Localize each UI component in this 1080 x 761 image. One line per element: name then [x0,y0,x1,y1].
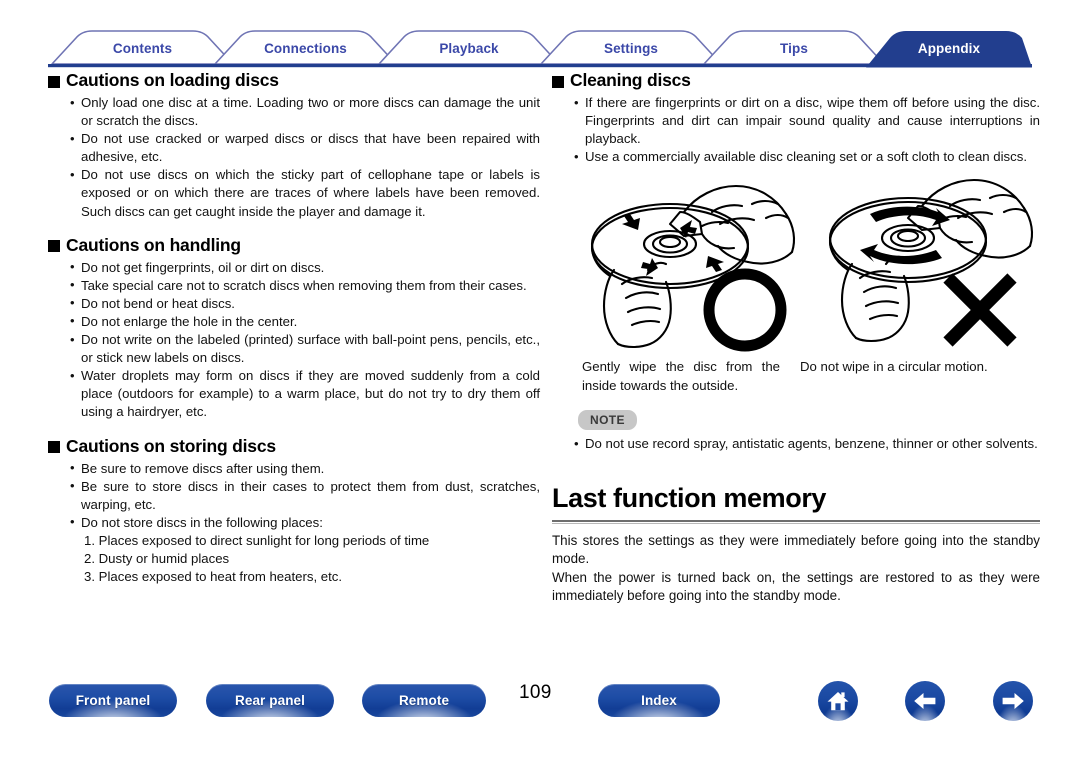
list-storing-discs: Be sure to remove discs after using them… [48,459,540,532]
illustration-captions: Gently wipe the disc from the inside tow… [552,358,1040,398]
list-item: 1. Places exposed to direct sunlight for… [84,532,430,548]
black-square-icon [48,240,60,253]
section-heading-handling: Cautions on handling [48,235,540,256]
footer-nav: Front panel Rear panel Remote 109 Index [0,681,1080,740]
list-item: 2. Dusty or humid places [84,550,230,566]
index-button[interactable]: Index [598,684,720,717]
list-item: Do not write on the labeled (printed) su… [70,331,540,367]
section-heading-cleaning-discs: Cleaning discs [552,70,1040,91]
list-storing-places: 1. Places exposed to direct sunlight for… [48,532,540,586]
page-content: Cautions on loading discs Only load one … [0,70,1080,670]
list-cleaning-discs: If there are fingerprints or dirt on a d… [552,93,1040,166]
arrow-left-icon [914,693,936,709]
tab-bar: Contents Connections Playback Settings T… [0,0,1080,70]
note-badge: NOTE [578,410,637,431]
list-item: Do not use record spray, antistatic agen… [574,435,1040,453]
black-square-icon [552,75,564,88]
hand-wiping-disc-circularly-illustration [828,179,1034,347]
forward-button[interactable] [993,681,1033,721]
body-paragraph: When the power is turned back on, the se… [552,569,1040,604]
tab-bar-shapes [48,30,1032,68]
note-list: Do not use record spray, antistatic agen… [552,435,1040,453]
list-item: Do not bend or heat discs. [70,294,540,313]
page-title: Last function memory [552,483,827,514]
black-square-icon [48,75,60,88]
list-item: Do not use cracked or warped discs or di… [70,130,540,166]
home-button[interactable] [818,681,858,721]
caption-right: Do not wipe in a circular motion. [800,359,988,375]
title-underline [552,519,1040,524]
list-item: If there are fingerprints or dirt on a d… [574,93,1040,148]
section-heading-loading-discs: Cautions on loading discs [48,70,540,91]
caption-left: Gently wipe the disc from the inside tow… [582,359,780,393]
back-button[interactable] [905,681,945,721]
list-item: Use a commercially available disc cleani… [574,148,1040,166]
list-loading-discs: Only load one disc at a time. Loading tw… [48,93,540,221]
tab-shape-settings [540,30,722,65]
page-number: 109 [519,682,552,703]
list-item: Do not store discs in the following plac… [70,513,540,532]
rear-panel-button[interactable]: Rear panel [206,684,334,717]
tab-shape-contents [51,30,234,65]
list-item: 3. Places exposed to heat from heaters, … [84,569,343,585]
tab-shape-appendix [866,31,1032,68]
left-column: Cautions on loading discs Only load one … [48,70,540,586]
remote-button[interactable]: Remote [362,684,486,717]
list-item: Only load one disc at a time. Loading tw… [70,93,540,130]
list-item: Be sure to remove discs after using them… [70,459,540,478]
right-column: Cleaning discs If there are fingerprints… [552,70,1040,606]
home-icon [827,692,849,711]
arrow-right-icon [1002,693,1024,709]
list-item: Take special care not to scratch discs w… [70,276,540,295]
list-item: Do not enlarge the hole in the center. [70,312,540,331]
list-item: Do not get fingerprints, oil or dirt on … [70,258,540,277]
tab-shape-connections [214,30,397,65]
hand-wiping-disc-radially-illustration [590,185,796,352]
black-square-icon [48,441,60,453]
section-heading-storing-discs: Cautions on storing discs [48,436,540,457]
tab-shape-tips [703,30,885,65]
body-paragraph: This stores the settings as they were im… [552,532,1040,567]
tab-shape-playback [378,30,560,65]
list-item: Be sure to store discs in their cases to… [70,477,540,514]
front-panel-button[interactable]: Front panel [49,684,177,717]
list-item: Water droplets may form on discs if they… [70,367,540,421]
disc-cleaning-illustrations [552,172,1040,354]
list-item: Do not use discs on which the sticky par… [70,166,540,220]
list-handling: Do not get fingerprints, oil or dirt on … [48,258,540,422]
